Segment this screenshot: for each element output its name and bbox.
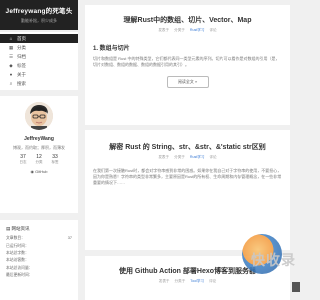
info-key: 本站总访问量：	[6, 265, 33, 270]
meta-category-label: 分类于	[174, 28, 185, 32]
nav-label: 首页	[17, 35, 26, 41]
nav-label: 关于	[17, 71, 26, 77]
post-card: 解密 Rust 的 String、str、&str、&'static str区别…	[85, 130, 290, 250]
stat-categories[interactable]: 12 分类	[31, 154, 47, 165]
stat-tags[interactable]: 33 标签	[47, 154, 63, 165]
home-icon: ⌂	[9, 36, 13, 41]
meta-category-label: 分类于	[174, 155, 185, 159]
tag-icon: ◆	[9, 62, 13, 68]
post-title[interactable]: 理解Rust中的数组、切片、Vector、Map	[85, 5, 290, 25]
stat-posts[interactable]: 37 日志	[15, 154, 31, 165]
profile-card: JeffreyWang 博观，而约取；厚积，而薄发 37 日志 12 分类 33…	[0, 96, 78, 213]
nav-label: 归档	[17, 53, 26, 59]
site-info-panel: ▤ 网站资讯 文章数目： 37 已运行时间： 本站总字数： 本站访客数： 本站总访问量： 最…	[0, 220, 78, 300]
nav-item-3[interactable]: ◆ 标签	[0, 61, 78, 70]
post-title[interactable]: 解密 Rust 的 String、str、&str、&'static str区别	[85, 130, 290, 152]
info-title-text: 网站资讯	[11, 226, 30, 231]
nav-label: 分类	[17, 44, 26, 50]
info-row: 文章数目： 37	[0, 235, 78, 242]
author-description: 博观，而约取；厚积，而薄发	[13, 145, 65, 150]
search-icon: ⌕	[9, 81, 13, 86]
info-key: 文章数目：	[6, 236, 25, 241]
github-link[interactable]: ◉ GitHub	[0, 169, 78, 174]
post-meta: 发表于 分类于 Tool学习 评论	[85, 279, 290, 284]
post-meta: 发表于 分类于 Rust学习 评论	[85, 28, 290, 33]
meta-posted: 发表于	[158, 28, 170, 32]
stats-row: 37 日志 12 分类 33 标签	[0, 154, 78, 165]
post-excerpt: 在我们第一次接触Rust时，都会对字符串感到非常的困惑。如果你在我自己对于字符串…	[93, 168, 282, 185]
watermark-text: 快收录	[251, 252, 296, 268]
nav-item-0[interactable]: ⌂ 首页	[0, 34, 78, 43]
stat-label: 标签	[51, 160, 59, 164]
meta-comments[interactable]: 评论	[209, 155, 216, 159]
stat-label: 日志	[19, 160, 27, 164]
info-row: 最后更新时间：	[0, 272, 78, 279]
read-more-button[interactable]: 阅读全文 »	[166, 76, 209, 88]
info-row: 本站总访问量：	[0, 265, 78, 272]
info-value: 37	[67, 236, 72, 241]
nav-item-4[interactable]: ● 关于	[0, 70, 78, 79]
meta-comments[interactable]: 评论	[209, 28, 216, 32]
site-brand[interactable]: Jeffreywang的死笔头 勤能补拙，积少成多	[0, 0, 78, 30]
avatar-image	[25, 102, 53, 130]
meta-category-label: 分类于	[174, 279, 186, 283]
meta-posted: 发表于	[158, 155, 170, 159]
back-to-top-button[interactable]	[292, 282, 300, 292]
nav-label: 搜索	[17, 80, 26, 86]
info-row: 本站总字数：	[0, 250, 78, 257]
nav-item-1[interactable]: ▦ 分类	[0, 43, 78, 52]
github-label: GitHub	[35, 169, 48, 174]
main-nav: ⌂ 首页 ▦ 分类 ☰ 归档 ◆ 标签 ● 关于 ⌕ 搜索	[0, 32, 78, 90]
meta-comments[interactable]: 评论	[209, 279, 216, 283]
avatar	[25, 102, 53, 130]
info-row: 本站访客数：	[0, 257, 78, 264]
info-key: 最后更新时间：	[6, 273, 33, 278]
stat-label: 分类	[35, 160, 43, 164]
site-title[interactable]: Jeffreywang的死笔头	[0, 5, 78, 15]
post-excerpt: 切片和数组是 Rust 中的特殊类型，它们都代表同一类型元素的序列。切片可以看作…	[93, 56, 280, 67]
archive-icon: ☰	[8, 53, 14, 59]
meta-posted: 发表于	[158, 279, 170, 283]
site-subtitle: 勤能补拙，积少成多	[21, 18, 57, 23]
info-rows: 文章数目： 37 已运行时间： 本站总字数： 本站访客数： 本站总访问量： 最后更新时间：	[0, 235, 78, 279]
post-card: 理解Rust中的数组、切片、Vector、Map 发表于 分类于 Rust学习 …	[85, 5, 290, 125]
post-section-heading: 1. 数组与切片	[93, 46, 130, 52]
info-key: 本站访客数：	[6, 258, 29, 263]
nav-label: 标签	[17, 62, 26, 68]
meta-category-link[interactable]: Tool学习	[190, 279, 204, 283]
info-key: 已运行时间：	[6, 243, 29, 248]
user-icon: ●	[9, 72, 13, 77]
post-meta: 发表于 分类于 Rust学习 评论	[85, 155, 290, 160]
info-row: 已运行时间：	[0, 242, 78, 249]
nav-item-2[interactable]: ☰ 归档	[0, 52, 78, 61]
grid-icon: ▦	[8, 44, 14, 50]
chart-icon: ▤	[6, 226, 11, 231]
author-name: JeffreyWang	[24, 136, 54, 142]
github-icon: ◉	[30, 169, 34, 174]
meta-category-link[interactable]: Rust学习	[190, 28, 205, 32]
info-title: ▤ 网站资讯	[0, 226, 78, 232]
sidebar: Jeffreywang的死笔头 勤能补拙，积少成多 ⌂ 首页 ▦ 分类 ☰ 归档 ◆ 标签 ● 关…	[0, 0, 78, 300]
info-key: 本站总字数：	[6, 250, 29, 255]
meta-category-link[interactable]: Rust学习	[190, 155, 205, 159]
nav-item-5[interactable]: ⌕ 搜索	[0, 79, 78, 88]
